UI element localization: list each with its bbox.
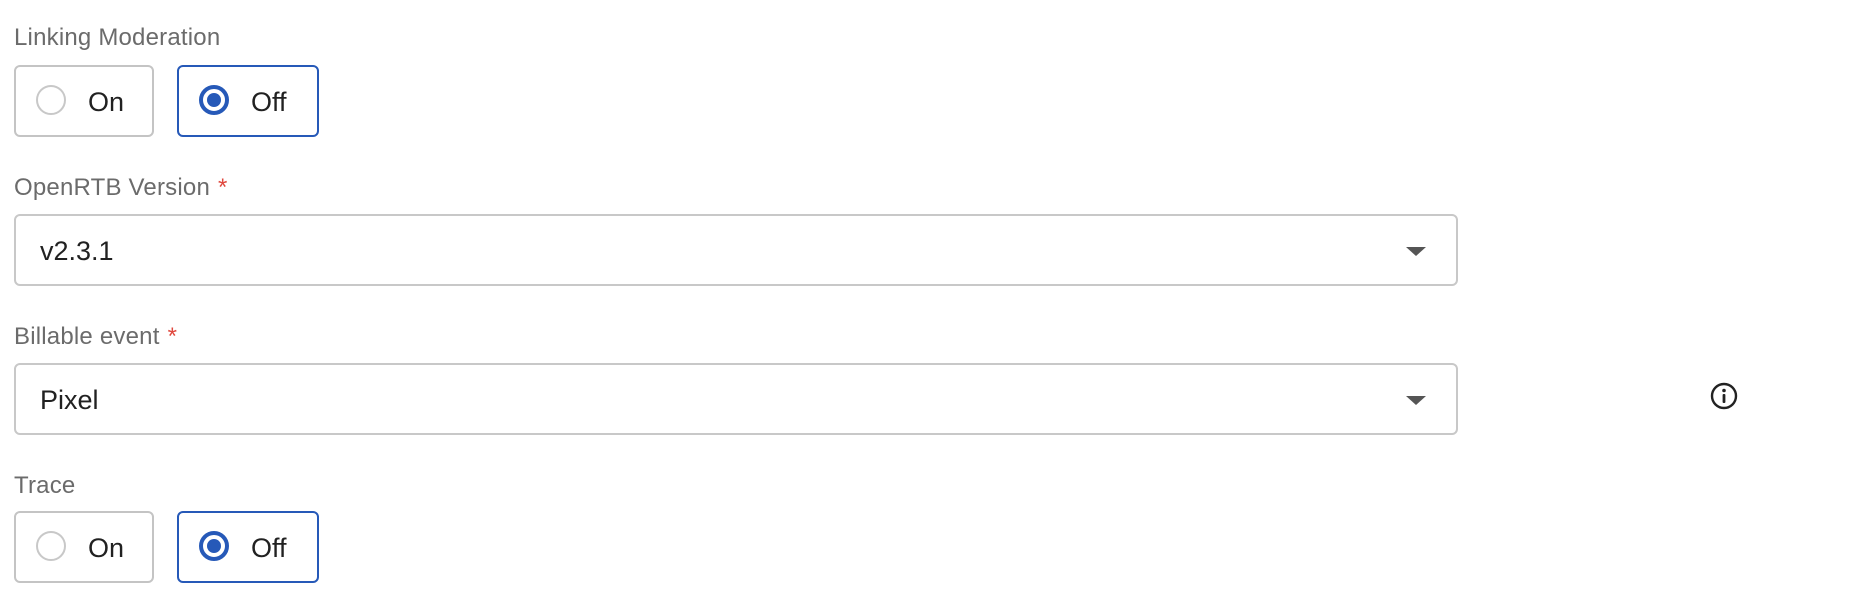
info-icon[interactable] bbox=[1710, 382, 1738, 410]
billable-event-label: Billable event * bbox=[14, 323, 177, 351]
openrtb-version-value: v2.3.1 bbox=[40, 236, 114, 266]
radio-unchecked-icon[interactable] bbox=[36, 85, 66, 115]
chevron-down-icon[interactable] bbox=[1406, 247, 1426, 256]
linking-moderation-on-option[interactable]: On bbox=[14, 65, 154, 137]
trace-on-label: On bbox=[88, 533, 125, 563]
trace-on-option[interactable]: On bbox=[14, 511, 154, 583]
linking-moderation-label-text: Linking Moderation bbox=[14, 24, 221, 51]
linking-moderation-on-label: On bbox=[88, 87, 125, 117]
chevron-down-icon[interactable] bbox=[1406, 396, 1426, 405]
openrtb-version-select[interactable]: v2.3.1 bbox=[14, 214, 1458, 286]
radio-checked-icon[interactable] bbox=[199, 85, 229, 115]
required-asterisk: * bbox=[218, 174, 228, 201]
billable-event-select[interactable]: Pixel bbox=[14, 363, 1458, 435]
openrtb-version-label-text: OpenRTB Version bbox=[14, 174, 210, 201]
trace-label: Trace bbox=[14, 472, 75, 500]
linking-moderation-off-option[interactable]: Off bbox=[177, 65, 319, 137]
linking-moderation-off-label: Off bbox=[251, 87, 287, 117]
radio-unchecked-icon[interactable] bbox=[36, 531, 66, 561]
trace-off-option[interactable]: Off bbox=[177, 511, 319, 583]
billable-event-label-text: Billable event bbox=[14, 323, 160, 350]
linking-moderation-label: Linking Moderation bbox=[14, 24, 220, 52]
required-asterisk: * bbox=[167, 323, 178, 350]
trace-off-label: Off bbox=[251, 533, 287, 563]
radio-checked-icon[interactable] bbox=[199, 531, 229, 561]
billable-event-value: Pixel bbox=[40, 385, 99, 415]
openrtb-version-label: OpenRTB Version * bbox=[14, 174, 228, 202]
trace-label-text: Trace bbox=[14, 472, 76, 499]
